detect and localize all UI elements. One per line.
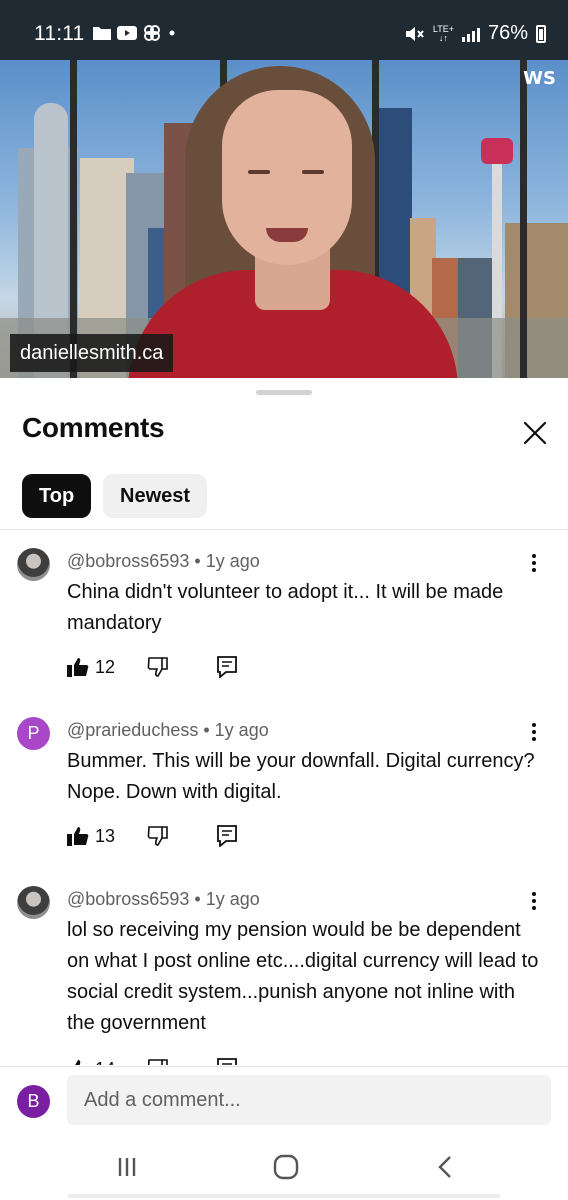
comment-actions: 13 [67,821,237,851]
system-icons: LTE+ ↓↑ 76% [405,22,546,45]
comment-meta: @prarieduchess • 1y ago [67,720,269,741]
comment-meta: @bobross6593 • 1y ago [67,889,260,910]
comment-age: 1y ago [214,720,269,740]
lte-label: LTE+ [432,23,454,34]
notification-icons [93,24,177,42]
reply-icon[interactable] [217,1058,237,1065]
comment-actions: 14 [67,1054,237,1065]
comment-meta: @bobross6593 • 1y ago [67,551,260,572]
folder-icon [93,27,111,40]
pinwheel-icon [144,25,160,41]
comment-author[interactable]: @prarieduchess [67,720,198,740]
recent-apps-icon[interactable] [112,1152,142,1182]
reply-icon[interactable] [217,656,237,678]
battery-percent: 76% [487,22,528,44]
home-icon[interactable] [271,1152,301,1182]
like-icon[interactable] [67,1059,89,1065]
mute-icon [405,26,424,41]
dislike-icon[interactable] [147,826,169,846]
more-options-icon[interactable] [524,723,544,747]
dislike-icon[interactable] [147,1059,169,1065]
comments-list[interactable]: @bobross6593 • 1y ago China didn't volun… [0,530,568,1065]
drag-handle[interactable] [256,390,312,395]
comment-age: 1y ago [205,889,260,909]
comments-sheet: Comments Top Newest @bobross6593 • 1y ag… [0,378,568,1200]
comment-author[interactable]: @bobross6593 [67,551,189,571]
battery-icon [536,24,546,43]
tab-newest[interactable]: Newest [103,474,208,518]
reply-icon[interactable] [217,825,237,847]
like-icon[interactable] [67,826,89,846]
avatar[interactable] [17,886,50,919]
close-icon[interactable] [518,416,552,450]
comment-actions: 12 [67,652,237,682]
channel-logo: WS [523,68,556,89]
like-count: 14 [95,1059,115,1066]
like-count: 12 [95,656,116,677]
add-comment-bar: B [0,1066,568,1130]
avatar[interactable]: P [17,717,50,750]
meta-separator: • [203,720,215,740]
comment-age: 1y ago [205,551,260,571]
add-comment-input[interactable] [67,1075,551,1125]
status-bar: 11:11 LTE+ ↓↑ 76% [0,0,568,60]
signal-icon [461,26,480,42]
meta-separator: • [194,551,206,571]
comment-text: China didn't volunteer to adopt it... It… [67,581,504,634]
comments-title: Comments [22,412,165,443]
like-icon[interactable] [67,657,89,677]
like-count: 13 [95,825,116,846]
more-options-icon[interactable] [524,892,544,916]
avatar[interactable] [17,548,50,581]
meta-separator: • [194,889,206,909]
lte-icon: LTE+ ↓↑ [432,23,454,43]
comment-text: Bummer. This will be your downfall. Digi… [67,750,535,803]
system-navigation-bar [0,1130,568,1200]
tab-top[interactable]: Top [22,474,92,518]
dot-icon [169,30,175,36]
back-icon[interactable] [431,1152,461,1182]
comment-text: lol so receiving my pension would be be … [67,919,539,1034]
more-options-icon[interactable] [524,554,544,578]
comment-author[interactable]: @bobross6593 [67,889,189,909]
lower-third-caption: daniellesmith.ca [10,334,174,372]
youtube-icon [117,26,137,40]
user-avatar: B [17,1085,50,1118]
video-player[interactable]: WS daniellesmith.ca [0,60,568,378]
gesture-bar [68,1194,500,1198]
dislike-icon[interactable] [147,657,169,677]
status-time: 11:11 [34,22,85,45]
